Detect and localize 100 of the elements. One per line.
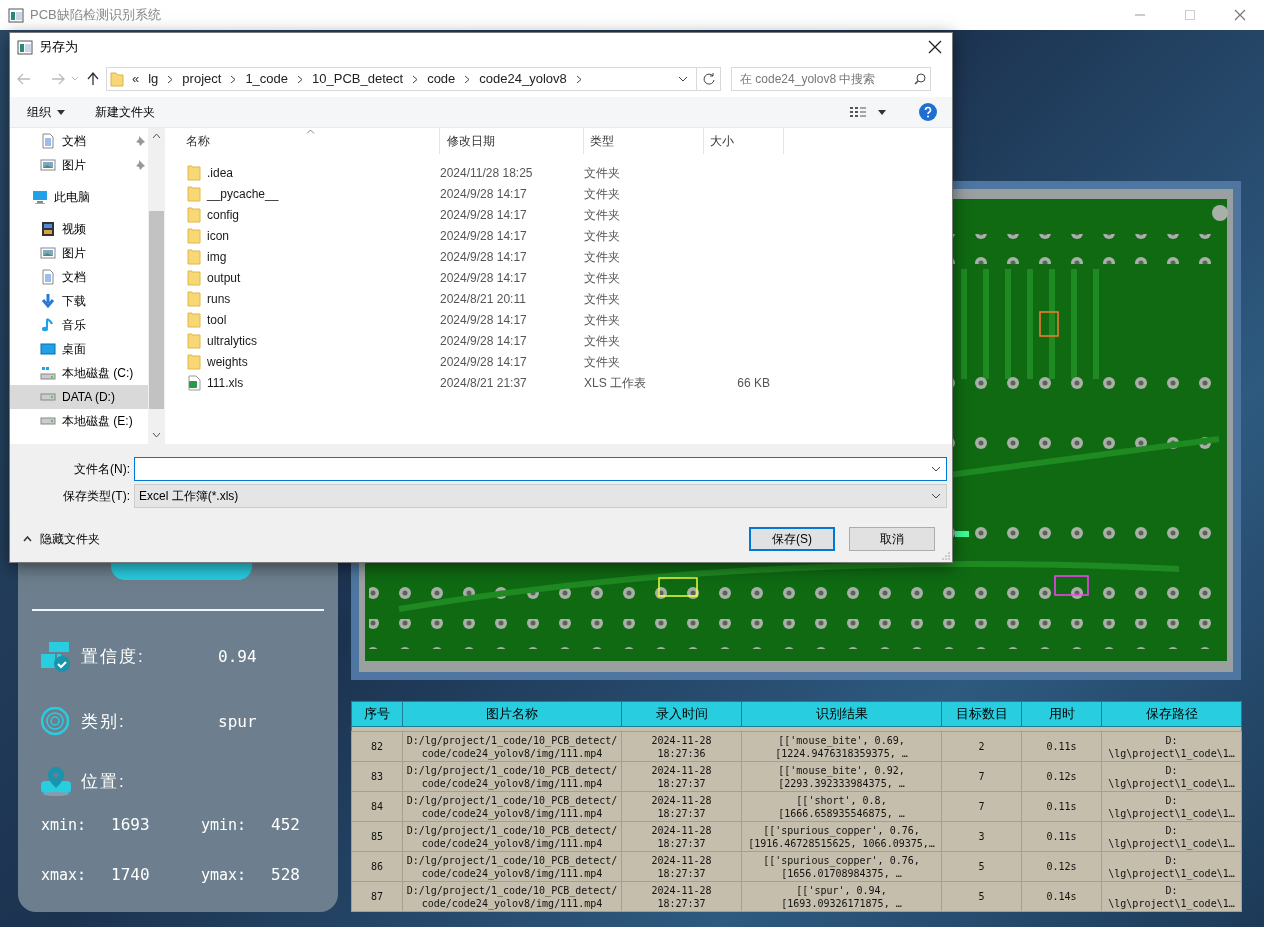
chevron-icon (575, 74, 582, 84)
nav-item[interactable]: 下载 (10, 289, 148, 313)
folder-icon (110, 71, 124, 87)
scrollbar[interactable] (148, 128, 165, 444)
table-cell: 0.11s (1021, 791, 1102, 822)
table-cell: [['mouse_bite', 0.92, [2293.392333984375, … (741, 761, 942, 792)
table-cell: 0.12s (1021, 851, 1102, 882)
table-cell: 84 (351, 791, 403, 822)
table-cell: 82 (351, 731, 403, 762)
nav-item[interactable]: 文档 (10, 129, 148, 153)
column-header[interactable]: 用时 (1021, 701, 1102, 727)
field-label: 类别: (81, 711, 127, 734)
up-icon[interactable] (87, 72, 99, 86)
resize-grip-icon[interactable] (942, 552, 950, 560)
folder-icon (187, 206, 201, 223)
column-header[interactable]: 目标数目 (941, 701, 1022, 727)
column-header[interactable]: 录入时间 (621, 701, 742, 727)
table-cell: [['spur', 0.94, [1693.09326171875, … (741, 881, 942, 912)
folder-icon (187, 248, 201, 265)
file-row[interactable]: ultralytics 2024/9/28 14:17 文件夹 (165, 330, 952, 351)
column-header[interactable]: 修改日期 (440, 128, 584, 154)
target-icon (41, 707, 71, 737)
file-row[interactable]: tool 2024/9/28 14:17 文件夹 (165, 309, 952, 330)
file-type-dropdown[interactable]: Excel 工作簿(*.xls) (134, 484, 947, 508)
table-cell: D: \lg\project\1_code\1… (1101, 731, 1242, 762)
filename-field[interactable] (134, 457, 947, 481)
address-bar[interactable]: « lg project 1_code 10_PCB_detect code code24_yolov8 (106, 67, 721, 91)
path-segment[interactable]: code (427, 69, 456, 89)
file-row[interactable]: __pycache__ 2024/9/28 14:17 文件夹 (165, 183, 952, 204)
table-cell: 2024-11-28 18:27:36 (621, 731, 742, 762)
path-segment[interactable]: code24_yolov8 (479, 69, 567, 89)
dialog-icon (17, 39, 33, 55)
chevron-icon (464, 74, 471, 84)
dropdown-icon[interactable] (678, 76, 688, 82)
column-header[interactable]: 识别结果 (741, 701, 942, 727)
file-row[interactable]: weights 2024/9/28 14:17 文件夹 (165, 351, 952, 372)
close-icon[interactable] (928, 40, 942, 54)
save-button[interactable]: 保存(S) (749, 527, 835, 551)
file-row[interactable]: img 2024/9/28 14:17 文件夹 (165, 246, 952, 267)
table-cell: 5 (941, 851, 1022, 882)
nav-item[interactable]: 桌面 (10, 337, 148, 361)
cancel-button[interactable]: 取消 (849, 527, 935, 551)
spreadsheet-icon (187, 374, 201, 391)
field-label: 文件名(N): (73, 461, 130, 478)
column-header[interactable]: 保存路径 (1101, 701, 1242, 727)
nav-item[interactable]: 图片 (10, 241, 148, 265)
dropdown-icon (931, 466, 941, 472)
file-row[interactable]: .idea 2024/11/28 18:25 文件夹 (165, 162, 952, 183)
system-drive-icon (40, 365, 56, 381)
table-cell: D: \lg\project\1_code\1… (1101, 761, 1242, 792)
app-icon (8, 7, 24, 23)
path-segment[interactable]: 10_PCB_detect (312, 69, 404, 89)
nav-item[interactable]: 此电脑 (10, 185, 148, 209)
nav-item[interactable]: 本地磁盘 (E:) (10, 409, 148, 433)
column-header[interactable]: 名称 (165, 128, 440, 154)
table-cell: 5 (941, 881, 1022, 912)
search-field[interactable]: 在 code24_yolov8 中搜索 (731, 67, 931, 91)
scroll-up-icon[interactable] (152, 133, 161, 139)
nav-item[interactable]: 文档 (10, 265, 148, 289)
table-cell: 2024-11-28 18:27:37 (621, 851, 742, 882)
hide-folders-toggle[interactable]: 隐藏文件夹 (23, 530, 100, 548)
nav-item[interactable]: 视频 (10, 217, 148, 241)
view-icon[interactable] (850, 106, 866, 118)
coord-label: xmax: (41, 864, 88, 886)
field-label: 保存类型(T): (62, 488, 130, 505)
drive-icon (40, 393, 56, 401)
caret-icon[interactable] (878, 109, 886, 115)
column-header[interactable]: 大小 (704, 128, 784, 154)
file-row[interactable]: output 2024/9/28 14:17 文件夹 (165, 267, 952, 288)
column-header[interactable]: 类型 (584, 128, 704, 154)
nav-item[interactable]: DATA (D:) (10, 385, 148, 409)
column-header[interactable]: 序号 (351, 701, 403, 727)
new-folder-button[interactable]: 新建文件夹 (95, 103, 155, 121)
organize-menu[interactable]: 组织 (27, 103, 65, 121)
path-segment[interactable]: project (182, 69, 222, 89)
path-segment[interactable]: lg (148, 69, 159, 89)
folder-icon (187, 332, 201, 349)
table-cell: 0.11s (1021, 731, 1102, 762)
desktop-icon (40, 341, 56, 357)
table-cell: D: \lg\project\1_code\1… (1101, 821, 1242, 852)
pictures-icon (40, 245, 56, 261)
table-cell: 0.14s (1021, 881, 1102, 912)
column-header[interactable]: 图片名称 (402, 701, 622, 727)
file-row[interactable]: config 2024/9/28 14:17 文件夹 (165, 204, 952, 225)
dialog-title: 另存为 (39, 38, 78, 57)
coord-value: 1693 (111, 814, 150, 836)
file-row[interactable]: runs 2024/8/21 20:11 文件夹 (165, 288, 952, 309)
nav-item[interactable]: 本地磁盘 (C:) (10, 361, 148, 385)
search-icon[interactable] (914, 73, 926, 85)
file-row[interactable]: icon 2024/9/28 14:17 文件夹 (165, 225, 952, 246)
scrollbar-thumb[interactable] (149, 211, 164, 409)
path-overflow[interactable]: « (132, 69, 140, 89)
help-icon[interactable] (919, 103, 937, 121)
nav-item[interactable]: 音乐 (10, 313, 148, 337)
chevron-icon (297, 74, 304, 84)
coord-label: ymin: (201, 814, 248, 836)
scroll-down-icon[interactable] (152, 432, 161, 438)
nav-item[interactable]: 图片 (10, 153, 148, 177)
path-segment[interactable]: 1_code (245, 69, 289, 89)
file-row[interactable]: 111.xls 2024/8/21 21:37 XLS 工作表 66 KB (165, 372, 952, 393)
